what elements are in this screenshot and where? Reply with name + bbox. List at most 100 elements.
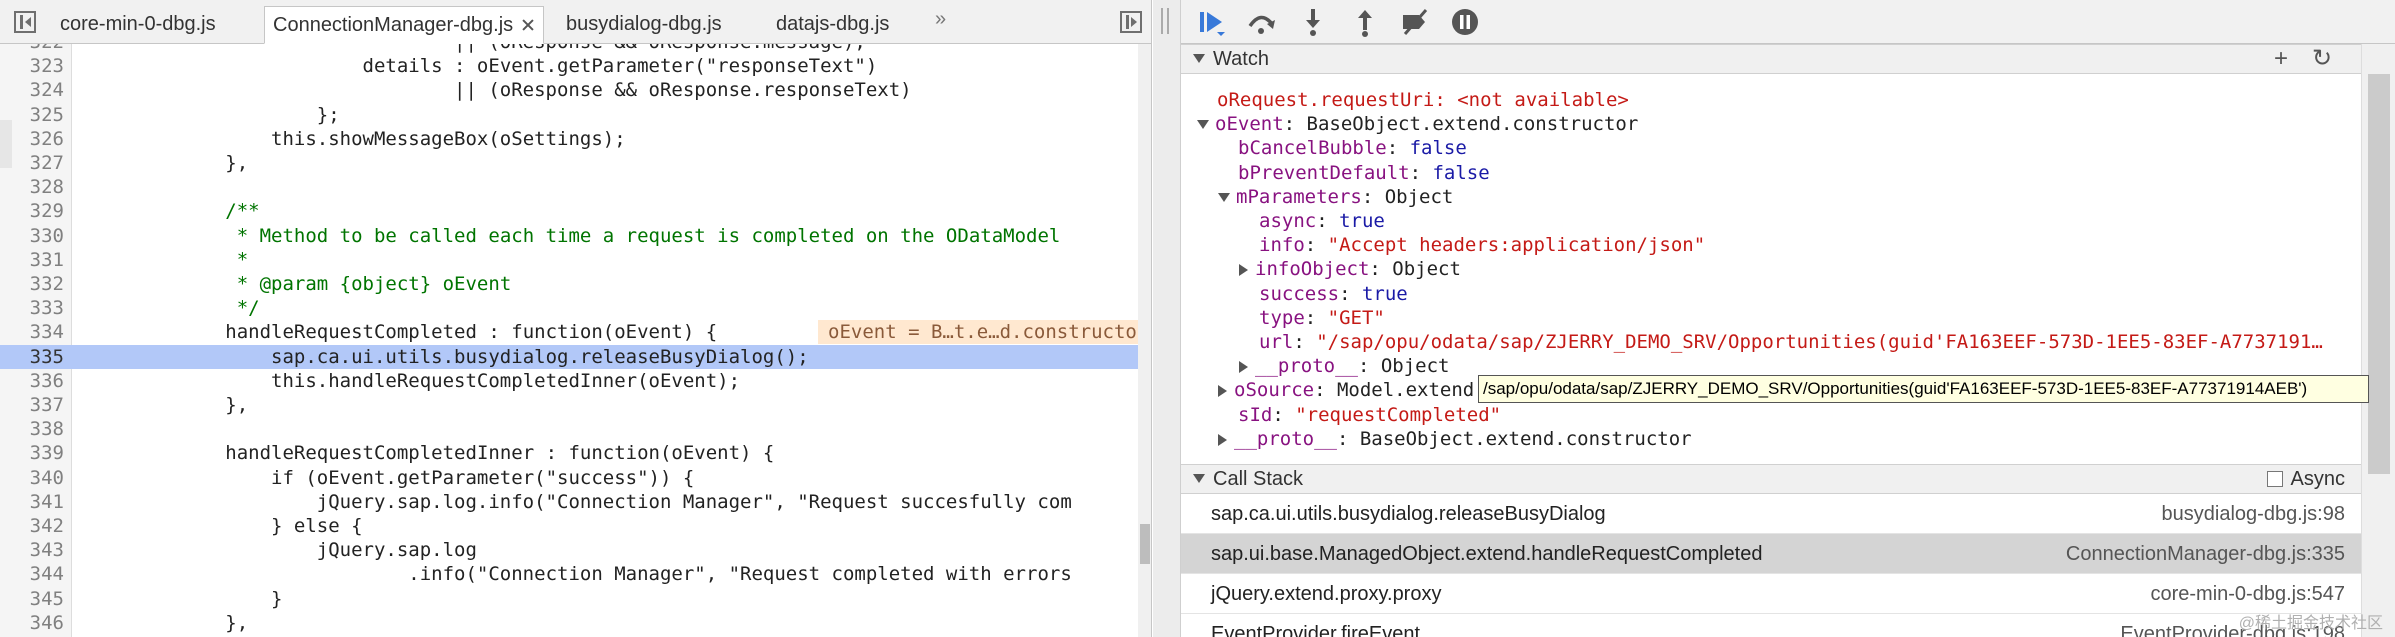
pause-on-exceptions-button[interactable] (1449, 6, 1481, 38)
line-number[interactable]: 325 (16, 103, 64, 127)
tab-busydialog[interactable]: busydialog-dbg.js (558, 6, 730, 44)
expand-arrow-icon[interactable] (1239, 361, 1248, 374)
line-number[interactable]: 330 (16, 224, 64, 248)
watch-entry[interactable]: oSource: Model.extend. (1218, 378, 1486, 402)
watch-pane-header[interactable]: Watch + ↻ (1181, 44, 2361, 74)
watch-entry[interactable]: bCancelBubble: false (1238, 136, 1467, 160)
editor-scrollbar-thumb[interactable] (1140, 524, 1150, 564)
line-number[interactable]: 324 (16, 78, 64, 102)
line-number[interactable]: 338 (16, 417, 64, 441)
line-number[interactable]: 343 (16, 538, 64, 562)
code-line[interactable]: 343 jQuery.sap.log (0, 538, 1151, 562)
expand-arrow-icon[interactable] (1218, 385, 1227, 398)
editor-scrollbar[interactable] (1138, 44, 1151, 637)
call-frame[interactable]: sap.ca.ui.utils.busydialog.releaseBusyDi… (1181, 494, 2361, 534)
watch-entry[interactable]: sId: "requestCompleted" (1238, 403, 1501, 427)
watch-entry[interactable]: infoObject: Object (1239, 257, 1461, 281)
line-number[interactable]: 341 (16, 490, 64, 514)
code-line[interactable]: 333 */ (0, 296, 1151, 320)
code-line[interactable]: 332 * @param {object} oEvent (0, 272, 1151, 296)
watch-entry[interactable]: async: true (1259, 209, 1385, 233)
step-over-button[interactable] (1245, 6, 1277, 38)
watch-entry[interactable]: success: true (1259, 282, 1408, 306)
tab-core-min[interactable]: core-min-0-dbg.js (52, 6, 224, 44)
call-frame-location[interactable]: core-min-0-dbg.js:547 (2150, 574, 2345, 614)
line-number[interactable]: 323 (16, 54, 64, 78)
code-line[interactable]: 328 (0, 175, 1151, 199)
line-number[interactable]: 327 (16, 151, 64, 175)
refresh-watch-button[interactable]: ↻ (2312, 45, 2332, 73)
code-line[interactable]: 325 }; (0, 103, 1151, 127)
code-line[interactable]: 338 (0, 417, 1151, 441)
code-line[interactable]: 330 * Method to be called each time a re… (0, 224, 1151, 248)
line-number[interactable]: 344 (16, 562, 64, 586)
toggle-navigator-icon[interactable] (14, 11, 36, 33)
code-line[interactable]: 340 if (oEvent.getParameter("success")) … (0, 466, 1151, 490)
code-line[interactable]: 327 }, (0, 151, 1151, 175)
async-checkbox[interactable] (2266, 471, 2283, 487)
code-editor[interactable]: 322 || (oResponse && oResponse.message),… (0, 44, 1151, 637)
watch-entry[interactable]: __proto__: Object (1239, 354, 1449, 378)
watch-entry[interactable]: info: "Accept headers:application/json" (1259, 233, 1705, 257)
step-into-button[interactable] (1297, 6, 1329, 38)
code-line[interactable]: 324 || (oResponse && oResponse.responseT… (0, 78, 1151, 102)
code-line[interactable]: 326 this.showMessageBox(oSettings); (0, 127, 1151, 151)
line-number[interactable]: 331 (16, 248, 64, 272)
call-frame-location[interactable]: ConnectionManager-dbg.js:335 (2066, 534, 2345, 574)
call-frame[interactable]: EventProvider.fireEvent EventProvider-dbg… (1181, 614, 2361, 637)
code-line[interactable]: 346 }, (0, 611, 1151, 635)
resume-button[interactable] (1195, 6, 1227, 38)
code-line[interactable]: 329 /** (0, 199, 1151, 223)
watch-entry[interactable]: oEvent: BaseObject.extend.constructor (1197, 112, 1638, 136)
code-line[interactable]: 337 }, (0, 393, 1151, 417)
more-tabs-button[interactable]: » (935, 8, 946, 31)
line-number[interactable]: 328 (16, 175, 64, 199)
line-number[interactable]: 345 (16, 587, 64, 611)
tab-connection-manager[interactable]: ConnectionManager-dbg.js (264, 6, 545, 44)
line-number[interactable]: 322 (16, 44, 64, 54)
expand-arrow-icon[interactable] (1218, 433, 1227, 446)
line-number[interactable]: 339 (16, 441, 64, 465)
call-frame-location[interactable]: busydialog-dbg.js:98 (2162, 494, 2345, 534)
watch-entry[interactable]: url: "/sap/opu/odata/sap/ZJERRY_DEMO_SRV… (1259, 330, 2323, 354)
watch-entry[interactable]: oRequest.requestUri: <not available> (1217, 88, 1629, 112)
watch-entry[interactable]: mParameters: Object (1218, 185, 1453, 209)
collapse-arrow-icon[interactable] (1218, 192, 1230, 202)
add-watch-button[interactable]: + (2274, 45, 2288, 73)
line-number[interactable]: 329 (16, 199, 64, 223)
code-line[interactable]: 322 || (oResponse && oResponse.message), (0, 44, 1151, 54)
watch-entry[interactable]: type: "GET" (1259, 306, 1385, 330)
collapse-arrow-icon[interactable] (1197, 120, 1209, 130)
watch-entry[interactable]: __proto__: BaseObject.extend.constructor (1218, 427, 1692, 451)
code-line[interactable]: 335 sap.ca.ui.utils.busydialog.releaseBu… (0, 344, 1151, 369)
code-line[interactable]: 331 * (0, 248, 1151, 272)
line-number[interactable]: 335 (16, 345, 64, 369)
panel-splitter[interactable] (1153, 0, 1181, 637)
line-number[interactable]: 337 (16, 393, 64, 417)
sidebar-scrollbar-thumb[interactable] (2368, 74, 2390, 474)
line-number[interactable]: 326 (16, 127, 64, 151)
code-line[interactable]: 342 } else { (0, 514, 1151, 538)
call-frame[interactable]: jQuery.extend.proxy.proxy core-min-0-dbg.… (1181, 574, 2361, 614)
async-toggle[interactable]: Async (2266, 465, 2345, 493)
line-number[interactable]: 336 (16, 369, 64, 393)
code-line[interactable]: 341 jQuery.sap.log.info("Connection Mana… (0, 490, 1151, 514)
line-number[interactable]: 333 (16, 296, 64, 320)
line-number[interactable]: 346 (16, 611, 64, 635)
collapse-watch-icon[interactable] (1193, 54, 1205, 63)
code-line[interactable]: 323 details : oEvent.getParameter("respo… (0, 54, 1151, 78)
call-frame[interactable]: sap.ui.base.ManagedObject.extend.handleR… (1181, 534, 2361, 574)
code-line[interactable]: 334 handleRequestCompleted : function(oE… (0, 320, 1151, 345)
close-tab-icon[interactable] (521, 18, 535, 32)
deactivate-breakpoints-button[interactable] (1399, 6, 1431, 38)
code-line[interactable]: 345 } (0, 587, 1151, 611)
toggle-debugger-icon[interactable] (1120, 11, 1142, 33)
code-line[interactable]: 344 .info("Connection Manager", "Request… (0, 562, 1151, 586)
code-line[interactable]: 336 this.handleRequestCompletedInner(oEv… (0, 369, 1151, 393)
line-number[interactable]: 340 (16, 466, 64, 490)
watch-entry[interactable]: bPreventDefault: false (1238, 161, 1490, 185)
callstack-pane-header[interactable]: Call Stack Async (1181, 464, 2361, 494)
tab-datajs[interactable]: datajs-dbg.js (768, 6, 897, 44)
line-number[interactable]: 332 (16, 272, 64, 296)
step-out-button[interactable] (1349, 6, 1381, 38)
